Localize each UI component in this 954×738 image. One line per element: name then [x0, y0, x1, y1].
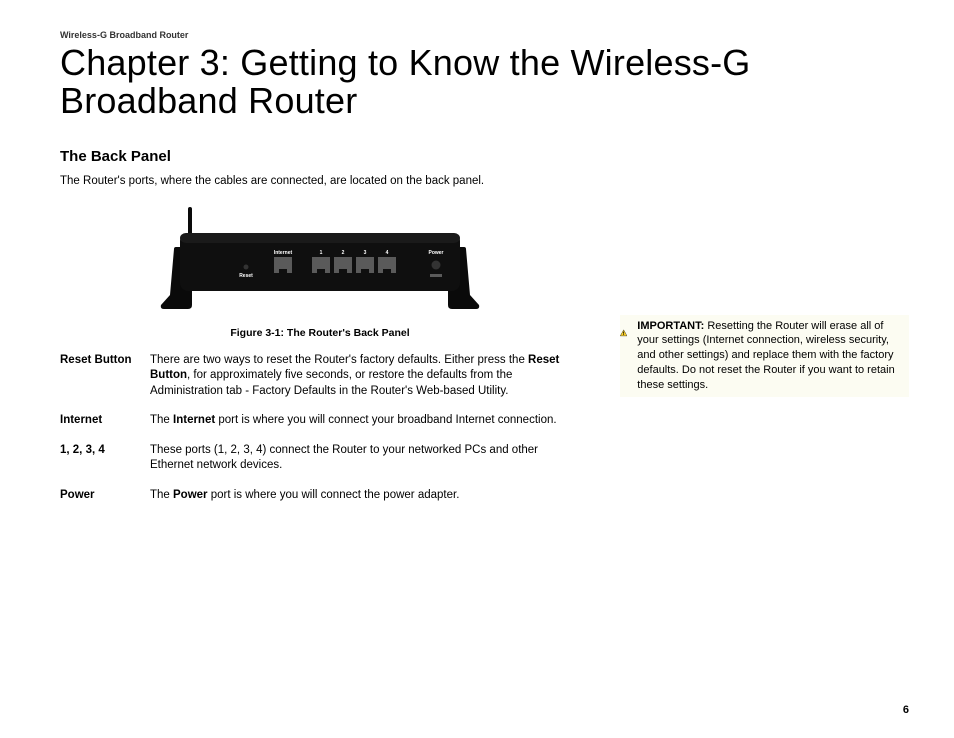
section-title: The Back Panel — [60, 148, 909, 165]
right-column: IMPORTANT: Resetting the Router will era… — [620, 207, 909, 397]
figure-caption: Figure 3-1: The Router's Back Panel — [60, 327, 580, 339]
def-desc: The Internet port is where you will conn… — [150, 413, 580, 429]
def-row-internet: Internet The Internet port is where you … — [60, 413, 580, 429]
router-illustration: Reset Internet 1 2 — [160, 207, 480, 317]
label-power: Power — [428, 250, 443, 256]
note-text: IMPORTANT: Resetting the Router will era… — [637, 319, 903, 393]
def-term: 1, 2, 3, 4 — [60, 443, 150, 474]
label-reset: Reset — [239, 273, 253, 279]
def-desc: These ports (1, 2, 3, 4) connect the Rou… — [150, 443, 580, 474]
label-port3: 3 — [364, 250, 367, 256]
def-row-lan: 1, 2, 3, 4 These ports (1, 2, 3, 4) conn… — [60, 443, 580, 474]
label-port4: 4 — [386, 250, 389, 256]
page-number: 6 — [903, 704, 909, 716]
def-term: Power — [60, 488, 150, 504]
label-port2: 2 — [342, 250, 345, 256]
important-note: IMPORTANT: Resetting the Router will era… — [620, 315, 909, 397]
def-row-reset: Reset Button There are two ways to reset… — [60, 353, 580, 400]
def-desc: The Power port is where you will connect… — [150, 488, 580, 504]
chapter-title: Chapter 3: Getting to Know the Wireless-… — [60, 44, 909, 120]
label-internet: Internet — [274, 250, 293, 256]
def-desc: There are two ways to reset the Router's… — [150, 353, 580, 400]
def-row-power: Power The Power port is where you will c… — [60, 488, 580, 504]
def-term: Internet — [60, 413, 150, 429]
def-term: Reset Button — [60, 353, 150, 400]
warning-icon — [620, 319, 627, 347]
definitions-list: Reset Button There are two ways to reset… — [60, 353, 580, 504]
figure-router-back-panel: Reset Internet 1 2 — [60, 207, 580, 317]
left-column: Reset Internet 1 2 — [60, 207, 580, 518]
running-header: Wireless-G Broadband Router — [60, 30, 909, 40]
section-intro: The Router's ports, where the cables are… — [60, 175, 909, 187]
label-port1: 1 — [320, 250, 323, 256]
